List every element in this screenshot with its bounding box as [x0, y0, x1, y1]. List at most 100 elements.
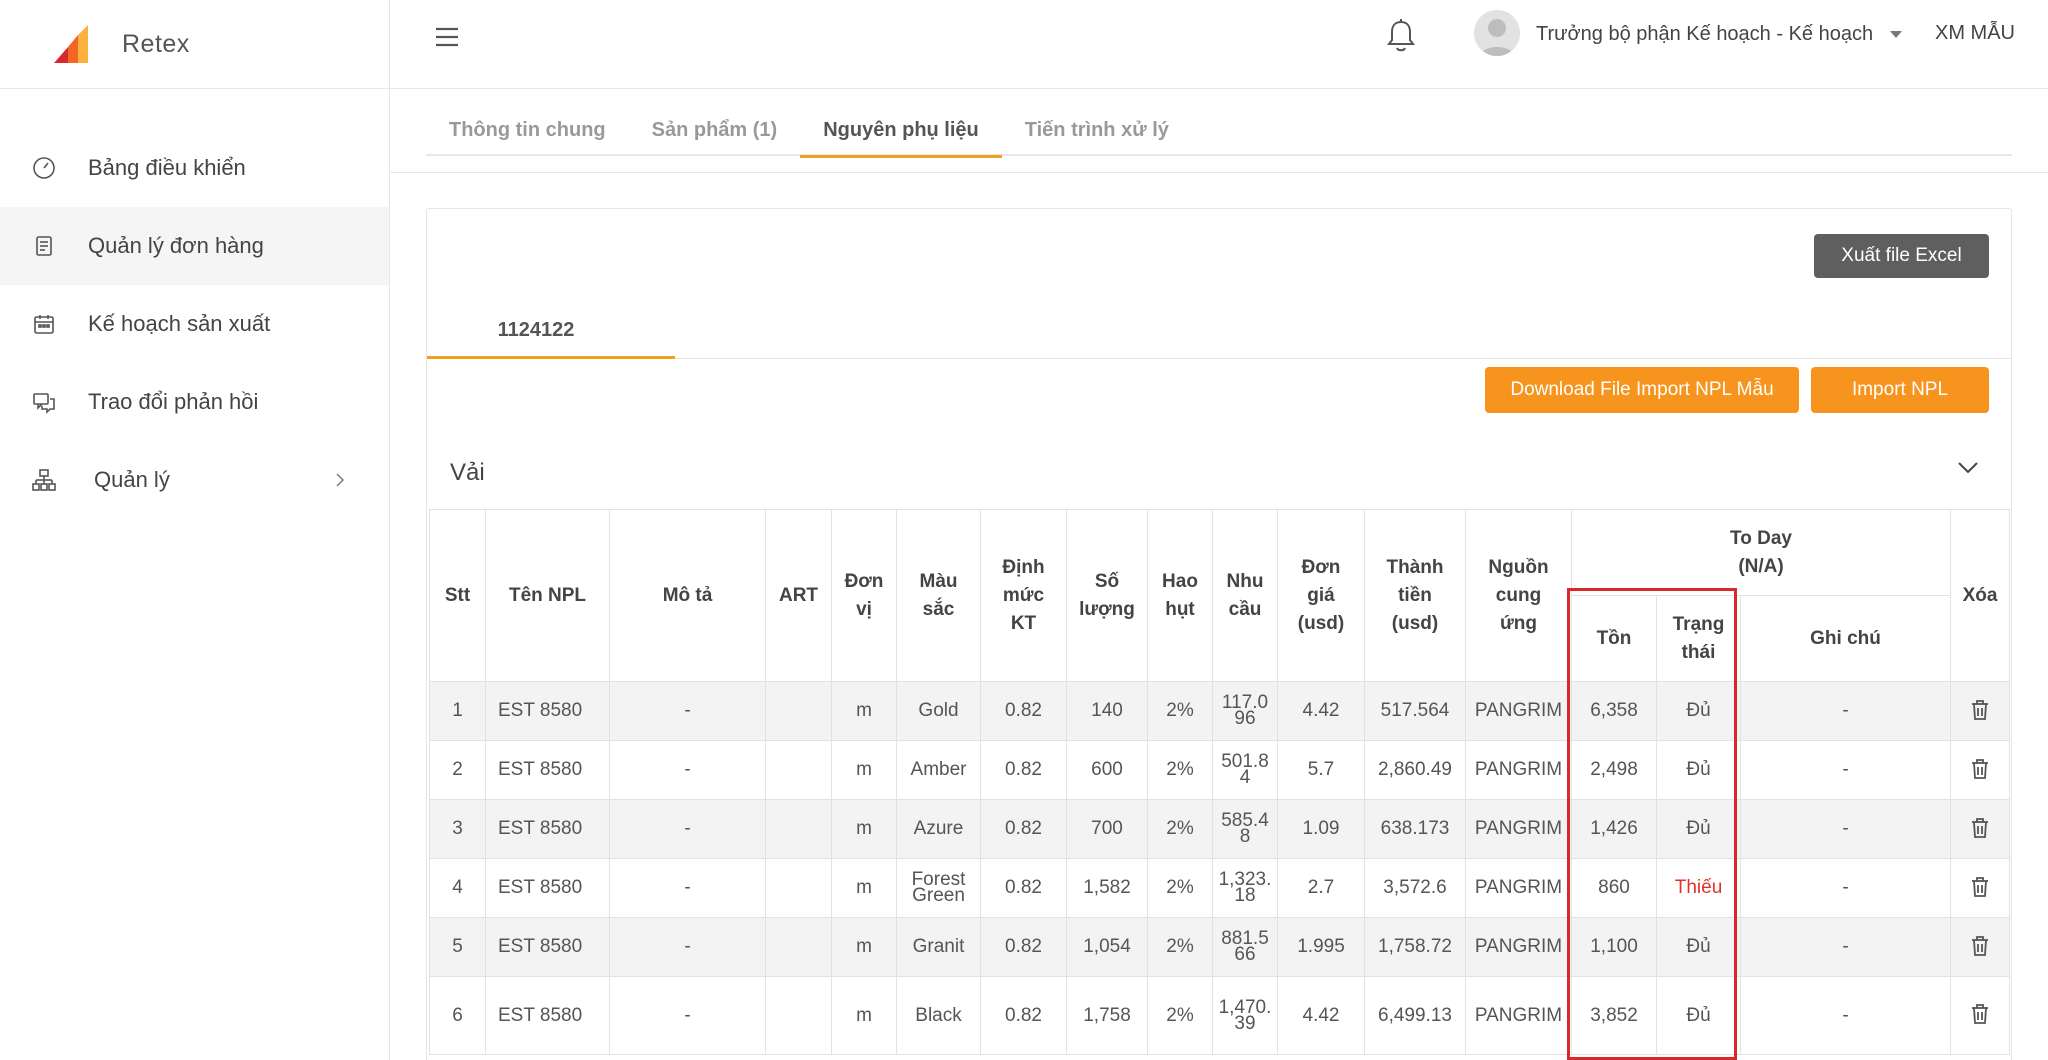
section-title: Vải	[450, 459, 485, 486]
sidebar-item-dashboard[interactable]: Bảng điều khiển	[0, 129, 389, 207]
export-excel-button[interactable]: Xuất file Excel	[1814, 234, 1989, 278]
dashboard-icon	[30, 154, 58, 182]
cell-loss: 2%	[1147, 976, 1213, 1055]
cell-price: 4.42	[1277, 976, 1365, 1055]
chevron-down-icon[interactable]	[1957, 461, 1979, 475]
retex-logo-icon	[54, 25, 88, 63]
org-chart-icon	[30, 466, 58, 494]
cell-name: EST 8580	[485, 740, 610, 800]
cell-unit: m	[831, 858, 897, 918]
cell-norm: 0.82	[980, 976, 1067, 1055]
cell-need: 1,470.39	[1212, 976, 1278, 1055]
col-header-note: Ghi chú	[1739, 595, 1952, 682]
cell-desc: -	[609, 799, 766, 859]
materials-table: Stt Tên NPL Mô tả ART Đơn vị Màu sắc Địn…	[429, 509, 2011, 1055]
cell-status: Thiếu	[1656, 858, 1741, 918]
cell-delete	[1950, 681, 2011, 741]
cell-loss: 2%	[1147, 858, 1213, 918]
sidebar-item-feedback[interactable]: Trao đổi phản hồi	[0, 363, 389, 441]
cell-unit: m	[831, 681, 897, 741]
cell-stt: 3	[429, 799, 486, 859]
cell-color: Gold	[896, 681, 981, 741]
table-row: 3 EST 8580 - m Azure 0.82 700 2% 585.48 …	[429, 799, 2011, 859]
materials-table-wrapper: Stt Tên NPL Mô tả ART Đơn vị Màu sắc Địn…	[429, 509, 2011, 1055]
trash-icon[interactable]	[1970, 1003, 1990, 1025]
notification-bell-icon[interactable]	[1385, 18, 1417, 54]
cell-stock: 6,358	[1571, 681, 1657, 741]
trash-icon[interactable]	[1970, 935, 1990, 957]
cell-note: -	[1739, 976, 1952, 1055]
sidebar-item-orders[interactable]: Quản lý đơn hàng	[0, 207, 389, 285]
chat-icon	[30, 388, 58, 416]
tab-products[interactable]: Sản phẩm (1)	[629, 110, 801, 156]
caret-down-icon[interactable]	[1889, 30, 1903, 40]
cell-stt: 6	[429, 976, 486, 1055]
cell-source: PANGRIM	[1465, 858, 1572, 918]
avatar[interactable]	[1474, 10, 1520, 56]
cell-unit: m	[831, 976, 897, 1055]
cell-amount: 1,758.72	[1364, 917, 1466, 977]
cell-amount: 3,572.6	[1364, 858, 1466, 918]
chevron-right-icon	[336, 473, 345, 487]
cell-name: EST 8580	[485, 917, 610, 977]
table-row: 2 EST 8580 - m Amber 0.82 600 2% 501.84 …	[429, 740, 2011, 800]
cell-art	[765, 976, 832, 1055]
user-name[interactable]: Trưởng bộ phận Kế hoạch - Kế hoạch	[1536, 23, 1873, 46]
cell-status: Đủ	[1656, 681, 1741, 741]
tab-general-info[interactable]: Thông tin chung	[426, 110, 629, 156]
sidebar-item-label: Quản lý đơn hàng	[88, 233, 264, 258]
sidebar-nav: Bảng điều khiển Quản lý đơn hàng Kế hoạc…	[0, 129, 389, 519]
col-header-price: Đơn giá (usd)	[1277, 509, 1365, 682]
trash-icon[interactable]	[1970, 699, 1990, 721]
cell-art	[765, 681, 832, 741]
sidebar-item-label: Bảng điều khiển	[88, 155, 246, 180]
sidebar-item-production-plan[interactable]: Kế hoạch sản xuất	[0, 285, 389, 363]
cell-color: Granit	[896, 917, 981, 977]
cell-norm: 0.82	[980, 740, 1067, 800]
cell-desc: -	[609, 740, 766, 800]
hamburger-menu-icon[interactable]	[434, 24, 460, 50]
cell-stock: 1,426	[1571, 799, 1657, 859]
subtab-product-code[interactable]: 1124122	[427, 305, 675, 359]
cell-desc: -	[609, 976, 766, 1055]
cell-amount: 517.564	[1364, 681, 1466, 741]
col-header-art: ART	[765, 509, 832, 682]
cell-stt: 2	[429, 740, 486, 800]
col-header-amount: Thành tiền (usd)	[1364, 509, 1466, 682]
cell-need: 1,323.18	[1212, 858, 1278, 918]
cell-stock: 2,498	[1571, 740, 1657, 800]
cell-desc: -	[609, 681, 766, 741]
cell-need: 501.84	[1212, 740, 1278, 800]
trash-icon[interactable]	[1970, 758, 1990, 780]
brand[interactable]: Retex	[0, 0, 389, 89]
cell-note: -	[1739, 740, 1952, 800]
cell-amount: 638.173	[1364, 799, 1466, 859]
import-npl-button[interactable]: Import NPL	[1811, 367, 1989, 413]
download-template-button[interactable]: Download File Import NPL Mẫu	[1485, 367, 1799, 413]
cell-note: -	[1739, 799, 1952, 859]
cell-art	[765, 917, 832, 977]
col-header-color: Màu sắc	[896, 509, 981, 682]
cell-loss: 2%	[1147, 681, 1213, 741]
cell-source: PANGRIM	[1465, 681, 1572, 741]
sidebar-item-label: Trao đổi phản hồi	[88, 389, 259, 414]
tab-process[interactable]: Tiến trình xử lý	[1002, 110, 1192, 156]
col-header-source: Nguồn cung ứng	[1465, 509, 1572, 682]
tab-materials[interactable]: Nguyên phụ liệu	[800, 110, 1002, 158]
cell-qty: 600	[1066, 740, 1148, 800]
company-name[interactable]: XM MẪU	[1935, 22, 2015, 45]
cell-stock: 3,852	[1571, 976, 1657, 1055]
col-header-stock: Tồn	[1571, 595, 1657, 682]
cell-loss: 2%	[1147, 917, 1213, 977]
cell-need: 881.566	[1212, 917, 1278, 977]
cell-color: Forest Green	[896, 858, 981, 918]
cell-qty: 1,758	[1066, 976, 1148, 1055]
materials-card: Xuất file Excel 1124122 Download File Im…	[426, 208, 2012, 1060]
divider	[390, 172, 2048, 173]
col-header-unit: Đơn vị	[831, 509, 897, 682]
col-header-status: Trạng thái	[1656, 595, 1741, 682]
trash-icon[interactable]	[1970, 876, 1990, 898]
trash-icon[interactable]	[1970, 817, 1990, 839]
table-row: 4 EST 8580 - m Forest Green 0.82 1,582 2…	[429, 858, 2011, 918]
sidebar-item-management[interactable]: Quản lý	[0, 441, 389, 519]
